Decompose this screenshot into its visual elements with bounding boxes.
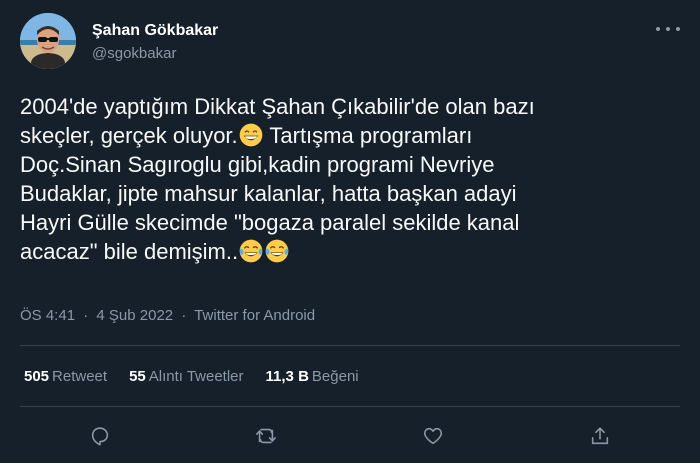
quote-tweets-stat[interactable]: 55 Alıntı Tweetler (129, 367, 243, 387)
tweet-card: Şahan Gökbakar @sgokbakar 2004'de yaptığ… (0, 0, 700, 463)
avatar[interactable] (20, 13, 76, 69)
tweet-time[interactable]: ÖS 4:41 (20, 307, 75, 324)
tears-of-joy-emoji-icon (265, 239, 289, 263)
avatar-image (20, 13, 76, 69)
retweets-stat[interactable]: 505 Retweet (24, 367, 107, 387)
likes-label: Beğeni (311, 368, 359, 385)
retweet-button[interactable] (248, 418, 284, 454)
tweet-text: 2004'de yaptığım Dikkat Şahan Çıkabilir'… (20, 92, 680, 266)
divider (20, 345, 680, 346)
handle[interactable]: @sgokbakar (92, 44, 218, 64)
retweet-icon (256, 428, 276, 444)
tweet-meta: ÖS 4:41 · 4 Şub 2022 · Twitter for Andro… (20, 306, 315, 326)
tweet-source[interactable]: Twitter for Android (194, 307, 315, 324)
retweets-label: Retweet (52, 368, 108, 385)
more-options-icon[interactable] (656, 21, 680, 37)
display-name[interactable]: Şahan Gökbakar (92, 21, 218, 41)
tweet-line: Doç.Sinan Sagıroglu gibi,kadin programi … (20, 152, 495, 177)
tweet-line: skeçler, gerçek oluyor. Tartışma program… (20, 123, 473, 148)
tweet-date[interactable]: 4 Şub 2022 (96, 307, 173, 324)
quotes-label: Alıntı Tweetler (148, 368, 244, 385)
retweets-count: 505 (24, 368, 50, 385)
likes-count: 11,3 B (265, 368, 309, 385)
divider (20, 406, 680, 407)
heart-icon (423, 427, 443, 445)
tweet-stats: 505 Retweet 55 Alıntı Tweetler 11,3 B Beğen… (24, 367, 381, 387)
meta-separator: · (181, 307, 187, 324)
tears-of-joy-emoji-icon (239, 239, 263, 263)
share-icon (591, 427, 609, 445)
tweet-actions (20, 418, 680, 454)
quotes-count: 55 (129, 368, 146, 385)
grinning-face-emoji-icon (239, 123, 263, 147)
reply-button[interactable] (82, 418, 118, 454)
tweet-line: acacaz" bile demişim.. (20, 237, 680, 266)
reply-icon (91, 427, 109, 446)
share-button[interactable] (582, 418, 618, 454)
meta-separator: · (83, 307, 89, 324)
like-button[interactable] (415, 418, 451, 454)
tweet-line: Budaklar, jipte mahsur kalanlar, hatta b… (20, 181, 517, 206)
tweet-header: Şahan Gökbakar @sgokbakar (20, 13, 680, 71)
author-info: Şahan Gökbakar @sgokbakar (92, 21, 218, 64)
tweet-line: 2004'de yaptığım Dikkat Şahan Çıkabilir'… (20, 94, 535, 119)
tweet-line: Hayri Gülle skecimde "bogaza paralel sek… (20, 210, 520, 235)
likes-stat[interactable]: 11,3 B Beğeni (266, 367, 359, 387)
